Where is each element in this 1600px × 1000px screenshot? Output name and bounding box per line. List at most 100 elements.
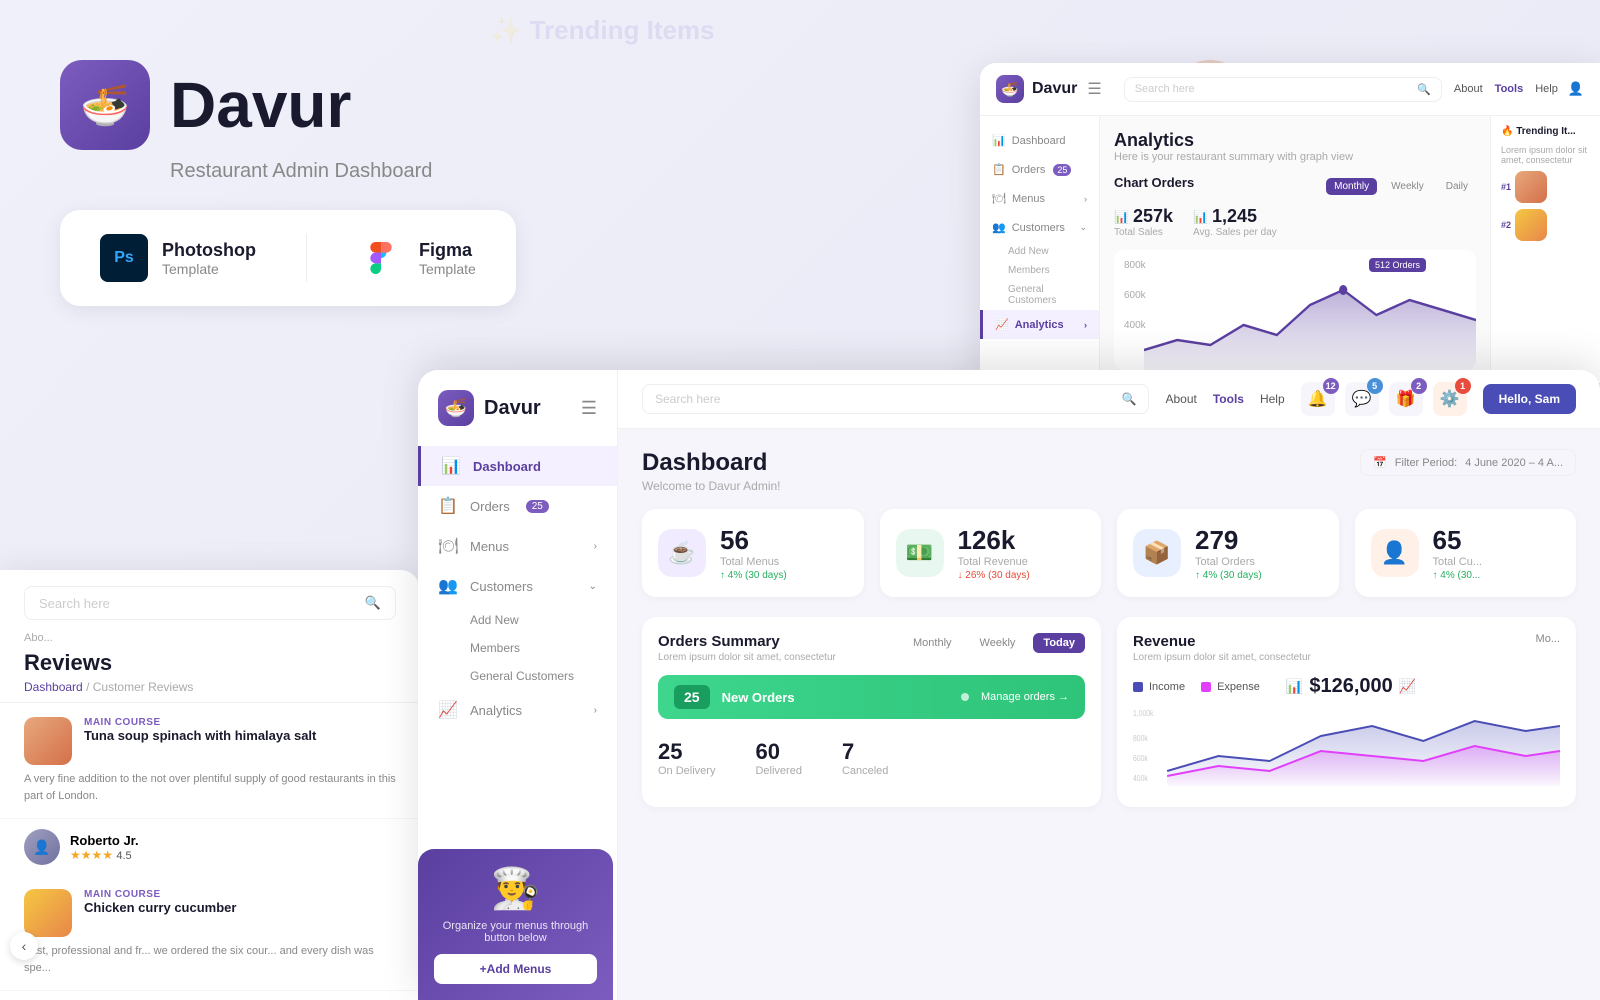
sd-sidebar-customers[interactable]: 👥 Customers ⌄ bbox=[980, 213, 1099, 242]
delivered-stat: 60 Delivered bbox=[755, 739, 801, 777]
revenue-amount: $126,000 bbox=[1309, 675, 1392, 698]
orders-stat-value: 279 bbox=[1195, 525, 1262, 556]
sd-trending-img-1 bbox=[1515, 171, 1547, 203]
sidebar-analytics-label: Analytics bbox=[470, 703, 522, 718]
revenue-more-button[interactable]: Mo... bbox=[1536, 633, 1560, 645]
sd-mini-chart: 800k 600k 400k 512 Orders bbox=[1114, 250, 1476, 370]
breadcrumb-dashboard[interactable]: Dashboard bbox=[24, 680, 83, 694]
settings-badge: 1 bbox=[1455, 378, 1471, 394]
sd-trending-subtitle: Lorem ipsum dolor sit amet, consectetur bbox=[1501, 145, 1590, 165]
sd-sub-general-customers[interactable]: General Customers bbox=[980, 280, 1099, 310]
sd-tab-daily[interactable]: Daily bbox=[1438, 178, 1476, 195]
reviewer-1-stars: ★★★★ 4.5 bbox=[70, 848, 139, 862]
sidebar-item-menus[interactable]: 🍽 Menus › bbox=[418, 526, 617, 566]
svg-text:600k: 600k bbox=[1133, 753, 1148, 763]
menus-stat-label: Total Menus bbox=[720, 556, 787, 568]
hello-button[interactable]: Hello, Sam bbox=[1483, 384, 1576, 414]
review-item-2: MAIN COURSE Chicken curry cucumber Fast,… bbox=[0, 875, 420, 991]
income-legend-label: Income bbox=[1149, 681, 1185, 693]
add-menus-button[interactable]: +Add Menus bbox=[434, 954, 597, 984]
stat-card-customers: 👤 65 Total Cu... ↑ 4% (30... bbox=[1355, 509, 1577, 597]
sd-analytics-subtitle: Here is your restaurant summary with gra… bbox=[1114, 151, 1476, 163]
sd-nav-help[interactable]: Help bbox=[1535, 83, 1558, 95]
revenue-chart-svg: 1,000k 800k 600k 400k bbox=[1133, 706, 1560, 786]
sd-menus-label: Menus bbox=[1012, 193, 1045, 205]
hero-logo: 🍜 Davur bbox=[60, 60, 432, 150]
sd-tab-weekly[interactable]: Weekly bbox=[1383, 178, 1432, 195]
reviews-breadcrumb: Dashboard / Customer Reviews bbox=[24, 680, 396, 694]
sd-sidebar-orders[interactable]: 📋 Orders 25 bbox=[980, 155, 1099, 184]
sd-sub-addnew[interactable]: Add New bbox=[980, 242, 1099, 261]
filter-period[interactable]: 📅 Filter Period: 4 June 2020 – 4 A... bbox=[1360, 449, 1576, 476]
sd-menus-icon: 🍽 bbox=[992, 192, 1006, 205]
main-search-box[interactable]: Search here 🔍 bbox=[642, 384, 1149, 414]
orders-summary-title: Orders Summary bbox=[658, 633, 836, 650]
orders-tab-today[interactable]: Today bbox=[1033, 633, 1085, 653]
status-dot bbox=[961, 693, 969, 701]
sd-sidebar-menus[interactable]: 🍽 Menus › bbox=[980, 184, 1099, 213]
review-2-text: Fast, professional and fr... we ordered … bbox=[24, 943, 396, 976]
reviews-title: Reviews bbox=[24, 650, 396, 676]
sd-content: Analytics Here is your restaurant summar… bbox=[1100, 116, 1490, 383]
delivered-value: 60 bbox=[755, 739, 801, 765]
sidebar-orders-label: Orders bbox=[470, 499, 510, 514]
prev-button[interactable]: ‹ bbox=[10, 932, 38, 960]
nav-bell-button[interactable]: 🔔 12 bbox=[1301, 382, 1335, 416]
orders-tab-weekly[interactable]: Weekly bbox=[970, 633, 1026, 653]
nav-chat-button[interactable]: 💬 5 bbox=[1345, 382, 1379, 416]
gift-badge: 2 bbox=[1411, 378, 1427, 394]
orders-tab-monthly[interactable]: Monthly bbox=[903, 633, 962, 653]
sd-sidebar-dashboard[interactable]: 📊 Dashboard bbox=[980, 126, 1099, 155]
photoshop-template-badge: Ps Photoshop Template bbox=[100, 234, 256, 282]
sd-tab-monthly[interactable]: Monthly bbox=[1326, 178, 1377, 195]
sd-menus-arrow: › bbox=[1084, 194, 1087, 204]
new-orders-label: New Orders bbox=[722, 690, 949, 705]
nav-gift-button[interactable]: 🎁 2 bbox=[1389, 382, 1423, 416]
sidebar-sub-general-customers[interactable]: General Customers bbox=[418, 662, 617, 690]
nav-help[interactable]: Help bbox=[1260, 392, 1285, 406]
sd-nav-tools[interactable]: Tools bbox=[1495, 83, 1524, 95]
sidebar-dashboard-label: Dashboard bbox=[473, 459, 541, 474]
sd-trending-item-1: #1 bbox=[1501, 171, 1590, 203]
sd-sub-members[interactable]: Members bbox=[980, 261, 1099, 280]
sidebar-menus-label: Menus bbox=[470, 539, 509, 554]
sd-sidebar-analytics[interactable]: 📈 Analytics › bbox=[980, 310, 1099, 339]
sidebar-item-orders[interactable]: 📋 Orders 25 bbox=[418, 486, 617, 526]
sidebar-menu-toggle[interactable]: ☰ bbox=[581, 398, 597, 419]
new-orders-count: 25 bbox=[674, 685, 710, 709]
manage-orders-link[interactable]: Manage orders → bbox=[981, 691, 1069, 703]
bell-badge: 12 bbox=[1323, 378, 1339, 394]
expense-legend-dot bbox=[1201, 682, 1211, 692]
sidebar-sub-members[interactable]: Members bbox=[418, 634, 617, 662]
sd-stat-row: 📊 257k Total Sales 📊 1,245 Avg. Sales pe… bbox=[1114, 206, 1476, 238]
sidebar-sub-addnew[interactable]: Add New bbox=[418, 606, 617, 634]
sidebar-item-analytics[interactable]: 📈 Analytics › bbox=[418, 690, 617, 730]
sd-search-box[interactable]: Search here 🔍 bbox=[1124, 77, 1442, 102]
sd-nav-about[interactable]: About bbox=[1454, 83, 1483, 95]
on-delivery-value: 25 bbox=[658, 739, 715, 765]
nav-links: About Tools Help bbox=[1165, 392, 1284, 406]
nav-about[interactable]: About bbox=[1165, 392, 1196, 406]
sd-avg-sales-value: 1,245 bbox=[1212, 206, 1257, 227]
stat-card-menus: ☕ 56 Total Menus ↑ 4% (30 days) bbox=[642, 509, 864, 597]
nav-tools[interactable]: Tools bbox=[1213, 392, 1244, 406]
sidebar-item-customers[interactable]: 👥 Customers ⌄ bbox=[418, 566, 617, 606]
figma-label: Figma bbox=[419, 240, 476, 261]
dashboard-header: Dashboard Welcome to Davur Admin! 📅 Filt… bbox=[642, 449, 1576, 493]
add-menus-chef-emoji: 👨‍🍳 bbox=[434, 865, 597, 912]
dashboard-icon: 📊 bbox=[441, 456, 461, 476]
sd-search-placeholder: Search here bbox=[1135, 83, 1195, 95]
revenue-panel: Revenue Lorem ipsum dolor sit amet, cons… bbox=[1117, 617, 1576, 807]
nav-settings-button[interactable]: ⚙️ 1 bbox=[1433, 382, 1467, 416]
stats-row: ☕ 56 Total Menus ↑ 4% (30 days) 💵 126k T… bbox=[642, 509, 1576, 597]
customers-stat-value: 65 bbox=[1433, 525, 1483, 556]
sd-menu-icon[interactable]: ☰ bbox=[1087, 79, 1101, 99]
sidebar-item-dashboard[interactable]: 📊 Dashboard bbox=[418, 446, 617, 486]
reviews-header-bar: Search here 🔍 Abo... Reviews Dashboard /… bbox=[0, 570, 420, 703]
template-divider bbox=[306, 234, 307, 282]
reviews-nav-about[interactable]: Abo... bbox=[24, 632, 53, 644]
hero-logo-icon: 🍜 bbox=[60, 60, 150, 150]
reviews-search-box[interactable]: Search here 🔍 bbox=[24, 586, 396, 620]
dashboard-content: Dashboard Welcome to Davur Admin! 📅 Filt… bbox=[618, 429, 1600, 1000]
svg-text:800k: 800k bbox=[1133, 733, 1148, 743]
